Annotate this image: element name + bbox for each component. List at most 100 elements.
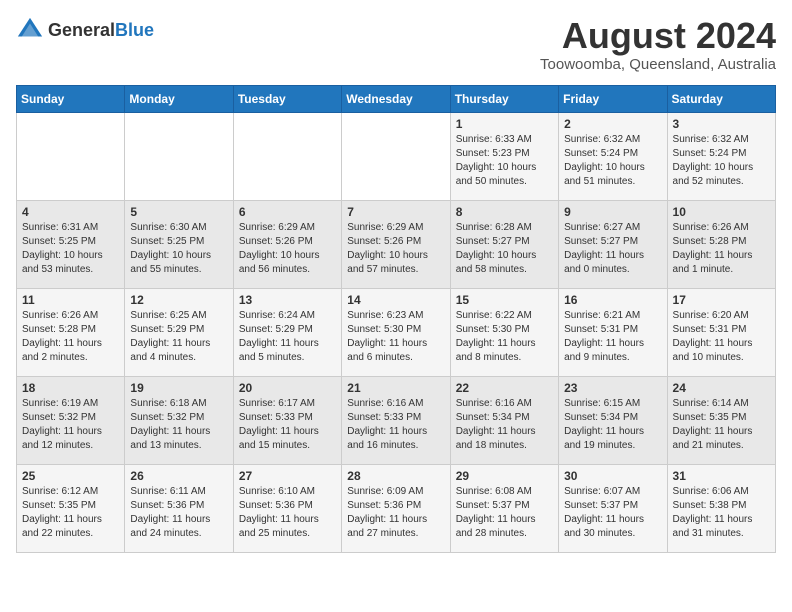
logo: GeneralBlue <box>16 16 154 44</box>
calendar-cell: 5 Sunrise: 6:30 AM Sunset: 5:25 PM Daylig… <box>125 200 233 288</box>
day-number: 14 <box>347 293 444 307</box>
day-info: Sunrise: 6:26 AM Sunset: 5:28 PM Dayligh… <box>22 309 119 365</box>
calendar-cell: 26 Sunrise: 6:11 AM Sunset: 5:36 PM Dayli… <box>125 464 233 552</box>
day-number: 26 <box>130 469 227 483</box>
calendar-cell: 10 Sunrise: 6:26 AM Sunset: 5:28 PM Dayli… <box>667 200 775 288</box>
day-info: Sunrise: 6:27 AM Sunset: 5:27 PM Dayligh… <box>564 221 661 277</box>
day-number: 21 <box>347 381 444 395</box>
weekday-header-saturday: Saturday <box>667 85 775 112</box>
day-number: 3 <box>673 117 770 131</box>
day-number: 2 <box>564 117 661 131</box>
day-info: Sunrise: 6:32 AM Sunset: 5:24 PM Dayligh… <box>564 133 661 189</box>
location-subtitle: Toowoomba, Queensland, Australia <box>540 56 776 73</box>
calendar-cell: 30 Sunrise: 6:07 AM Sunset: 5:37 PM Dayli… <box>559 464 667 552</box>
day-number: 23 <box>564 381 661 395</box>
day-number: 6 <box>239 205 336 219</box>
calendar-cell: 16Sunrise: 6:21 AM Sunset: 5:31 PM Dayli… <box>559 288 667 376</box>
day-number: 19 <box>130 381 227 395</box>
calendar-cell: 13Sunrise: 6:24 AM Sunset: 5:29 PM Dayli… <box>233 288 341 376</box>
day-number: 1 <box>456 117 553 131</box>
day-info: Sunrise: 6:26 AM Sunset: 5:28 PM Dayligh… <box>673 221 770 277</box>
day-number: 16 <box>564 293 661 307</box>
calendar-cell: 14 Sunrise: 6:23 AM Sunset: 5:30 PM Dayli… <box>342 288 450 376</box>
logo-general: General <box>48 20 115 40</box>
day-number: 28 <box>347 469 444 483</box>
calendar-cell: 22 Sunrise: 6:16 AM Sunset: 5:34 PM Dayli… <box>450 376 558 464</box>
day-number: 24 <box>673 381 770 395</box>
day-info: Sunrise: 6:12 AM Sunset: 5:35 PM Dayligh… <box>22 485 119 541</box>
page-header: GeneralBlue August 2024 Toowoomba, Queen… <box>16 16 776 73</box>
day-number: 8 <box>456 205 553 219</box>
calendar-cell: 17 Sunrise: 6:20 AM Sunset: 5:31 PM Dayli… <box>667 288 775 376</box>
calendar-cell: 8Sunrise: 6:28 AM Sunset: 5:27 PM Daylig… <box>450 200 558 288</box>
calendar-cell: 6 Sunrise: 6:29 AM Sunset: 5:26 PM Daylig… <box>233 200 341 288</box>
calendar-cell: 19Sunrise: 6:18 AM Sunset: 5:32 PM Dayli… <box>125 376 233 464</box>
day-number: 22 <box>456 381 553 395</box>
day-number: 7 <box>347 205 444 219</box>
day-info: Sunrise: 6:08 AM Sunset: 5:37 PM Dayligh… <box>456 485 553 541</box>
day-number: 13 <box>239 293 336 307</box>
day-number: 11 <box>22 293 119 307</box>
calendar-cell: 25 Sunrise: 6:12 AM Sunset: 5:35 PM Dayli… <box>17 464 125 552</box>
calendar-cell: 15 Sunrise: 6:22 AM Sunset: 5:30 PM Dayli… <box>450 288 558 376</box>
weekday-header-tuesday: Tuesday <box>233 85 341 112</box>
day-info: Sunrise: 6:30 AM Sunset: 5:25 PM Dayligh… <box>130 221 227 277</box>
day-info: Sunrise: 6:10 AM Sunset: 5:36 PM Dayligh… <box>239 485 336 541</box>
day-number: 12 <box>130 293 227 307</box>
weekday-header-friday: Friday <box>559 85 667 112</box>
calendar-cell: 28 Sunrise: 6:09 AM Sunset: 5:36 PM Dayli… <box>342 464 450 552</box>
calendar-cell: 31 Sunrise: 6:06 AM Sunset: 5:38 PM Dayli… <box>667 464 775 552</box>
day-number: 10 <box>673 205 770 219</box>
day-number: 17 <box>673 293 770 307</box>
weekday-header-sunday: Sunday <box>17 85 125 112</box>
day-number: 18 <box>22 381 119 395</box>
day-info: Sunrise: 6:23 AM Sunset: 5:30 PM Dayligh… <box>347 309 444 365</box>
day-info: Sunrise: 6:29 AM Sunset: 5:26 PM Dayligh… <box>347 221 444 277</box>
day-info: Sunrise: 6:20 AM Sunset: 5:31 PM Dayligh… <box>673 309 770 365</box>
calendar-cell: 24Sunrise: 6:14 AM Sunset: 5:35 PM Dayli… <box>667 376 775 464</box>
day-info: Sunrise: 6:07 AM Sunset: 5:37 PM Dayligh… <box>564 485 661 541</box>
calendar-cell <box>233 112 341 200</box>
day-info: Sunrise: 6:19 AM Sunset: 5:32 PM Dayligh… <box>22 397 119 453</box>
calendar-cell: 27 Sunrise: 6:10 AM Sunset: 5:36 PM Dayli… <box>233 464 341 552</box>
calendar-week-row: 11 Sunrise: 6:26 AM Sunset: 5:28 PM Dayli… <box>17 288 776 376</box>
day-number: 4 <box>22 205 119 219</box>
calendar-cell: 4 Sunrise: 6:31 AM Sunset: 5:25 PM Daylig… <box>17 200 125 288</box>
day-info: Sunrise: 6:06 AM Sunset: 5:38 PM Dayligh… <box>673 485 770 541</box>
day-info: Sunrise: 6:29 AM Sunset: 5:26 PM Dayligh… <box>239 221 336 277</box>
day-number: 5 <box>130 205 227 219</box>
calendar-cell: 23 Sunrise: 6:15 AM Sunset: 5:34 PM Dayli… <box>559 376 667 464</box>
day-info: Sunrise: 6:22 AM Sunset: 5:30 PM Dayligh… <box>456 309 553 365</box>
day-info: Sunrise: 6:16 AM Sunset: 5:34 PM Dayligh… <box>456 397 553 453</box>
day-info: Sunrise: 6:11 AM Sunset: 5:36 PM Dayligh… <box>130 485 227 541</box>
calendar-cell: 20 Sunrise: 6:17 AM Sunset: 5:33 PM Dayli… <box>233 376 341 464</box>
title-section: August 2024 Toowoomba, Queensland, Austr… <box>540 16 776 73</box>
calendar-cell: 1 Sunrise: 6:33 AM Sunset: 5:23 PM Daylig… <box>450 112 558 200</box>
day-number: 9 <box>564 205 661 219</box>
day-number: 27 <box>239 469 336 483</box>
day-info: Sunrise: 6:33 AM Sunset: 5:23 PM Dayligh… <box>456 133 553 189</box>
logo-blue: Blue <box>115 20 154 40</box>
day-info: Sunrise: 6:09 AM Sunset: 5:36 PM Dayligh… <box>347 485 444 541</box>
calendar-cell <box>125 112 233 200</box>
day-number: 20 <box>239 381 336 395</box>
day-number: 31 <box>673 469 770 483</box>
day-number: 30 <box>564 469 661 483</box>
calendar-cell: 2 Sunrise: 6:32 AM Sunset: 5:24 PM Daylig… <box>559 112 667 200</box>
day-number: 15 <box>456 293 553 307</box>
day-info: Sunrise: 6:31 AM Sunset: 5:25 PM Dayligh… <box>22 221 119 277</box>
day-info: Sunrise: 6:25 AM Sunset: 5:29 PM Dayligh… <box>130 309 227 365</box>
calendar-cell: 18 Sunrise: 6:19 AM Sunset: 5:32 PM Dayli… <box>17 376 125 464</box>
logo-icon <box>16 16 44 44</box>
calendar-week-row: 25 Sunrise: 6:12 AM Sunset: 5:35 PM Dayli… <box>17 464 776 552</box>
month-year-title: August 2024 <box>540 16 776 56</box>
calendar-cell <box>342 112 450 200</box>
day-number: 29 <box>456 469 553 483</box>
day-info: Sunrise: 6:17 AM Sunset: 5:33 PM Dayligh… <box>239 397 336 453</box>
calendar-cell: 11 Sunrise: 6:26 AM Sunset: 5:28 PM Dayli… <box>17 288 125 376</box>
day-info: Sunrise: 6:15 AM Sunset: 5:34 PM Dayligh… <box>564 397 661 453</box>
weekday-header-monday: Monday <box>125 85 233 112</box>
calendar-cell: 29 Sunrise: 6:08 AM Sunset: 5:37 PM Dayli… <box>450 464 558 552</box>
day-number: 25 <box>22 469 119 483</box>
day-info: Sunrise: 6:32 AM Sunset: 5:24 PM Dayligh… <box>673 133 770 189</box>
